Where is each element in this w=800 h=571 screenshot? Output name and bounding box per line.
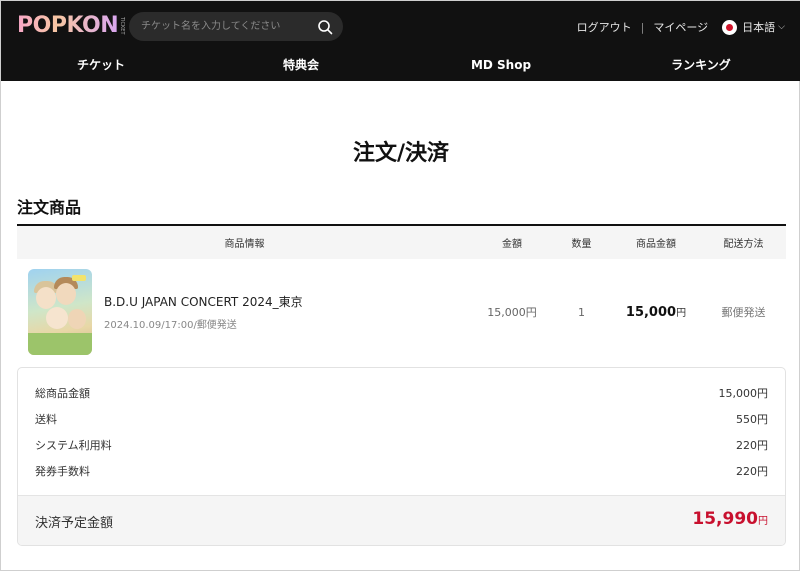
summary-label: 発券手数料: [35, 465, 90, 478]
summary-label: 送料: [35, 413, 57, 426]
thumb-shape: [28, 333, 92, 355]
summary-value: 220円: [736, 465, 768, 478]
summary-value: 550円: [736, 413, 768, 426]
product-text: B.D.U JAPAN CONCERT 2024_東京 2024.10.09/1…: [104, 293, 303, 331]
main-nav: チケット 特典会 MD Shop ランキング: [1, 53, 800, 77]
summary-line-subtotal: 総商品金額 15,000円: [35, 385, 768, 401]
logout-link[interactable]: ログアウト: [577, 19, 632, 35]
summary-total-label: 決済予定金額: [35, 516, 114, 531]
util-separator: |: [640, 20, 645, 34]
search-icon[interactable]: [317, 19, 333, 35]
header-price: 金額: [502, 239, 522, 250]
nav-ticket[interactable]: チケット: [1, 53, 201, 77]
header-quantity: 数量: [571, 239, 592, 250]
summary-label: 総商品金額: [35, 387, 90, 400]
japan-flag-icon: [722, 19, 738, 35]
header-product-info: 商品情報: [224, 239, 265, 250]
summary-total-value: 15,990: [692, 509, 758, 529]
order-items-title: 注文商品: [17, 198, 82, 217]
thumb-shape: [36, 287, 56, 309]
logo-text: POPKON: [17, 13, 119, 38]
popkon-logo[interactable]: POPKON TICKET: [17, 13, 125, 39]
mypage-link[interactable]: マイページ: [653, 19, 708, 35]
summary-total-amount: 15,990円: [692, 509, 768, 529]
search-box: [129, 12, 343, 41]
utility-menu: ログアウト | マイページ 日本語 ⌵: [577, 19, 785, 35]
product-quantity: 1: [578, 305, 585, 319]
table-row: B.D.U JAPAN CONCERT 2024_東京 2024.10.09/1…: [17, 259, 786, 365]
product-meta: 2024.10.09/17:00/郵便発送: [104, 320, 237, 331]
summary-total-unit: 円: [758, 516, 768, 527]
summary-label: システム利用料: [35, 439, 112, 452]
order-table: 商品情報 金額 数量 商品金額 配送方法 B.D.U JAPAN CONCERT…: [17, 224, 786, 365]
summary-value: 15,000円: [718, 387, 769, 400]
nav-ranking[interactable]: ランキング: [601, 53, 800, 77]
product-total: 15,000円: [611, 304, 701, 320]
language-selector[interactable]: 日本語 ⌵: [722, 19, 785, 35]
thumb-shape: [68, 309, 86, 329]
top-header: POPKON TICKET ログアウト | マイページ 日本語 ⌵ チケット 特…: [1, 1, 800, 81]
page-title: 注文/決済: [352, 141, 450, 166]
product-total-unit: 円: [676, 308, 687, 319]
nav-tokutenkai[interactable]: 特典会: [201, 53, 401, 77]
product-total-value: 15,000: [625, 305, 677, 320]
search-input[interactable]: [141, 12, 311, 41]
order-table-header: 商品情報 金額 数量 商品金額 配送方法: [17, 224, 786, 259]
summary-line-system-fee: システム利用料 220円: [35, 437, 768, 453]
product-thumbnail[interactable]: [28, 269, 92, 355]
summary-total: 決済予定金額 15,990円: [18, 495, 785, 545]
summary-line-shipping: 送料 550円: [35, 411, 768, 427]
product-info-cell: B.D.U JAPAN CONCERT 2024_東京 2024.10.09/1…: [17, 269, 472, 355]
header-item-total: 商品金額: [636, 239, 676, 250]
thumb-shape: [72, 275, 86, 281]
summary-line-ticket-fee: 発券手数料 220円: [35, 463, 768, 479]
chevron-down-icon: ⌵: [778, 22, 785, 32]
nav-md-shop[interactable]: MD Shop: [401, 53, 601, 77]
product-shipping: 郵便発送: [721, 306, 766, 319]
thumb-shape: [46, 307, 68, 329]
thumb-shape: [56, 283, 76, 305]
language-label: 日本語: [742, 21, 776, 34]
summary-value: 220円: [736, 439, 768, 452]
payment-summary: 総商品金額 15,000円 送料 550円 システム利用料 220円 発券手数料…: [17, 367, 786, 546]
header-shipping: 配送方法: [723, 239, 764, 250]
logo-sub-text: TICKET: [119, 17, 126, 35]
product-name[interactable]: B.D.U JAPAN CONCERT 2024_東京: [104, 293, 303, 310]
product-price: 15,000円: [487, 306, 537, 319]
